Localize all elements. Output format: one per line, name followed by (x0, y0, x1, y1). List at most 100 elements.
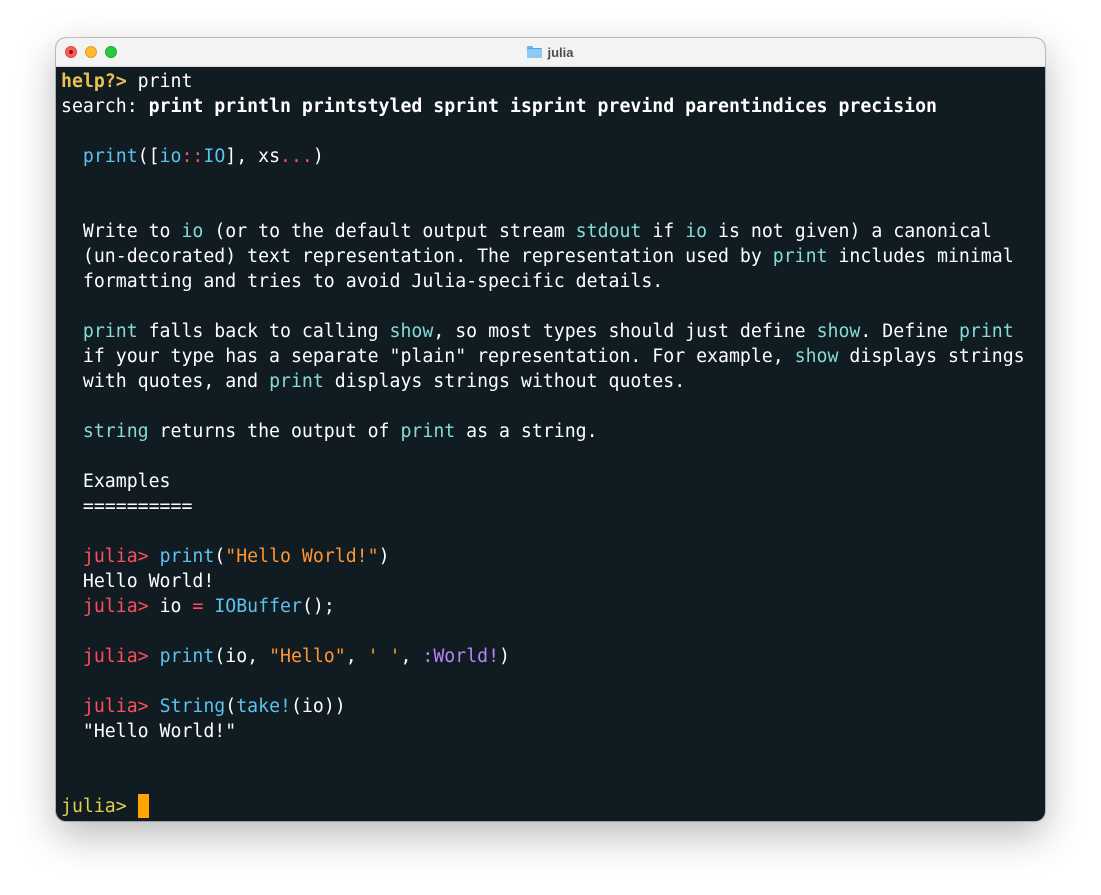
example-input: julia> String(take!(io)) (61, 694, 1045, 719)
sig-type: IO (203, 146, 226, 167)
sig-dots: ... (280, 146, 313, 167)
julia-prompt: julia> (82, 696, 149, 717)
doc-text: formatting and tries to avoid Julia-spec… (82, 271, 664, 292)
folder-icon (527, 46, 543, 58)
doc-text: , so most types should just define (433, 321, 817, 342)
repl-prompt: julia> (61, 796, 127, 817)
search-line: search: print println printstyled sprint… (61, 94, 1045, 119)
code-string: "Hello" (269, 646, 346, 667)
doc-text: is not given) a canonical (707, 221, 992, 242)
code-text: , (345, 646, 368, 667)
text-cursor[interactable] (137, 794, 149, 818)
code-text: ( (225, 696, 237, 717)
code-ref: print (772, 246, 828, 267)
terminal-output[interactable]: help?> print search: print println print… (56, 67, 1045, 821)
doc-text: with quotes, and (82, 371, 270, 392)
output-text: Hello World! (82, 571, 215, 592)
code-ref: print (82, 321, 138, 342)
doc-text: displays strings (838, 346, 1025, 367)
code-fn: IOBuffer (214, 596, 302, 617)
code-fn: take! (236, 696, 291, 717)
code-ref: print (269, 371, 324, 392)
doc-text: (or to the default output stream (203, 221, 576, 242)
sig-io: io (159, 146, 182, 167)
terminal-window: julia help?> print search: print println… (56, 38, 1045, 821)
code-text: ( (214, 546, 226, 567)
doc-text: displays strings without quotes. (323, 371, 686, 392)
code-text: , (400, 646, 423, 667)
window-title-text: julia (547, 44, 574, 60)
doc-line: (un-decorated) text representation. The … (61, 244, 1045, 269)
doc-line: Write to io (or to the default output st… (61, 219, 1045, 244)
code-ref: show (389, 321, 434, 342)
code-fn: print (159, 646, 215, 667)
doc-text: if your type has a separate "plain" repr… (82, 346, 795, 367)
doc-line: if your type has a separate "plain" repr… (61, 344, 1045, 369)
doc-text: (un-decorated) text representation. The … (82, 246, 773, 267)
code-symbol: :World! (422, 646, 500, 667)
code-ref: show (816, 321, 861, 342)
doc-text: includes minimal (827, 246, 1014, 267)
doc-text: returns the output of (148, 421, 401, 442)
output-text: "Hello World!" (82, 721, 237, 742)
doc-line: string returns the output of print as a … (61, 419, 1045, 444)
window-title: julia (56, 38, 1045, 66)
examples-heading: Examples (61, 469, 1045, 494)
code-ref: io (685, 221, 708, 242)
code-ref: stdout (575, 221, 642, 242)
code-text: (io, (214, 646, 270, 667)
sig-colons: :: (181, 146, 204, 167)
doc-text: as a string. (455, 421, 598, 442)
code-operator: = (192, 596, 204, 617)
doc-text: Write to (82, 221, 182, 242)
help-prompt: help?> (61, 71, 127, 92)
example-input: julia> print(io, "Hello", ' ', :World!) (61, 644, 1045, 669)
julia-prompt: julia> (82, 596, 149, 617)
code-text: io (159, 596, 193, 617)
examples-underline-text: ========== (82, 496, 193, 517)
help-query: print (126, 71, 193, 92)
help-line: help?> print (61, 69, 1045, 94)
code-ref: string (82, 421, 149, 442)
code-text: (io)) (290, 696, 346, 717)
doc-line: formatting and tries to avoid Julia-spec… (61, 269, 1045, 294)
code-ref: print (958, 321, 1014, 342)
title-bar: julia (56, 38, 1045, 67)
doc-line: with quotes, and print displays strings … (61, 369, 1045, 394)
sig-open: ([ (137, 146, 160, 167)
code-string: "Hello World!" (225, 546, 379, 567)
repl-prompt-line[interactable]: julia> (61, 794, 1045, 819)
sig-close: ) (312, 146, 324, 167)
search-label: search: (61, 96, 138, 117)
code-text: (); (301, 596, 335, 617)
code-fn: String (159, 696, 226, 717)
search-results: print println printstyled sprint isprint… (137, 96, 937, 117)
code-ref: show (794, 346, 839, 367)
sig-fn: print (82, 146, 138, 167)
julia-prompt: julia> (82, 646, 149, 667)
doc-text: if (641, 221, 686, 242)
example-output: "Hello World!" (61, 719, 1045, 744)
example-input: julia> print("Hello World!") (61, 544, 1045, 569)
example-input: julia> io = IOBuffer(); (61, 594, 1045, 619)
doc-line: print falls back to calling show, so mos… (61, 319, 1045, 344)
code-text: ) (378, 546, 390, 567)
doc-text: falls back to calling (137, 321, 390, 342)
sig-rest: ], xs (225, 146, 281, 167)
code-char: ' ' (367, 646, 401, 667)
code-fn: print (159, 546, 215, 567)
julia-prompt: julia> (82, 546, 149, 567)
code-ref: io (181, 221, 204, 242)
examples-heading-text: Examples (82, 471, 171, 492)
examples-underline: ========== (61, 494, 1045, 519)
